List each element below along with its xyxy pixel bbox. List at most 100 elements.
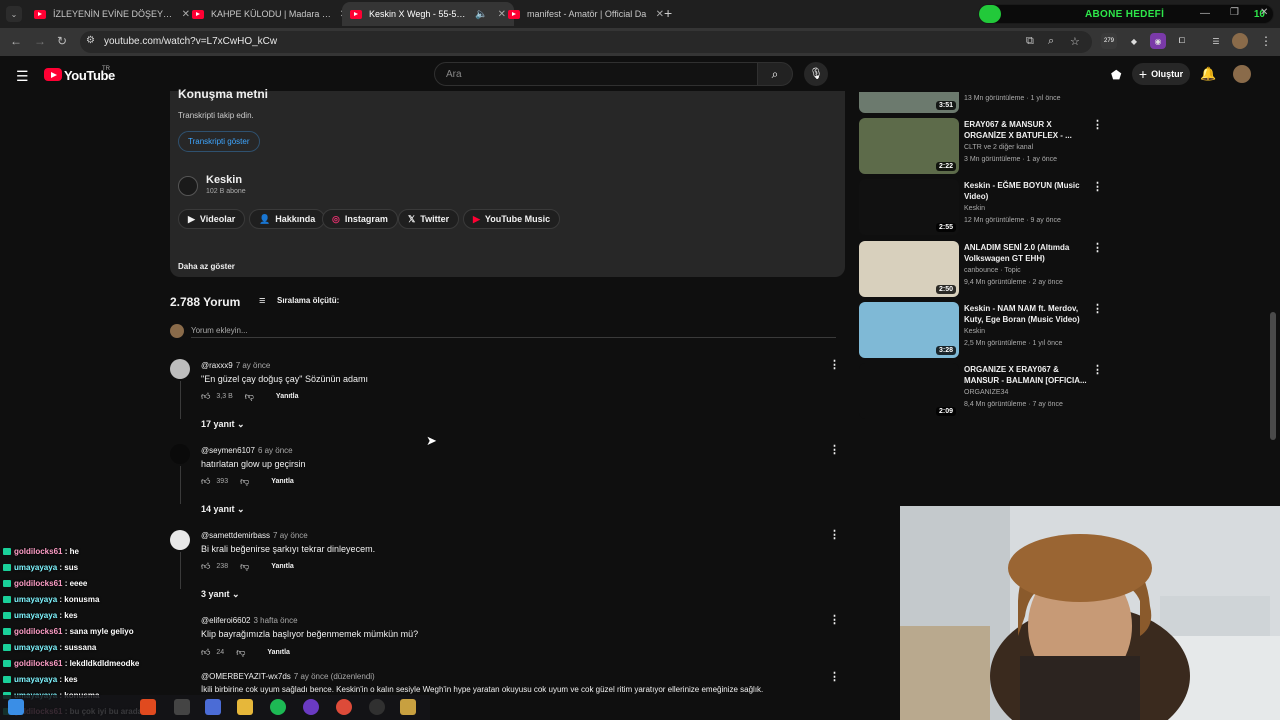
spotify-icon[interactable] (270, 699, 286, 715)
browser-menu-kebab-icon[interactable]: ⋮ (1258, 33, 1274, 49)
related-channel[interactable]: Keskin (964, 328, 985, 335)
profile-avatar-icon[interactable] (1232, 33, 1248, 49)
related-more-kebab-icon[interactable]: ⋮ (1092, 302, 1103, 315)
related-channel[interactable]: Keskin (964, 205, 985, 212)
address-bar[interactable]: ⚙ youtube.com/watch?v=L7xCwHO_kCw ⧉ ⌕ ☆ (80, 31, 1092, 53)
extension-purple-icon[interactable]: ◉ (1150, 33, 1166, 49)
related-channel[interactable]: CLTR ve 2 diğer kanal (964, 144, 1033, 151)
commenter-avatar[interactable] (170, 444, 190, 464)
related-channel[interactable]: ORGANIZE34 (964, 389, 1008, 396)
url-text[interactable]: youtube.com/watch?v=L7xCwHO_kCw (104, 36, 277, 47)
browser-tab-3[interactable]: manifest - Amatör | Official Da ✕ (500, 2, 672, 26)
account-avatar[interactable] (1233, 65, 1251, 83)
comment-more-kebab-icon[interactable]: ⋮ (829, 613, 840, 626)
view-replies-button[interactable]: 14 yanıt ⌄ (201, 504, 245, 515)
videos-chip[interactable]: ▶ Videolar (178, 209, 246, 229)
comment-author[interactable]: @OMERBEYAZIT-wx7ds 7 ay önce (düzenlendi) (201, 672, 375, 681)
channel-avatar[interactable] (178, 176, 198, 196)
cast-icon[interactable]: ⬟ (1111, 68, 1121, 82)
comment-username[interactable]: @seymen6107 (201, 446, 255, 455)
comment-username[interactable]: @eliferoi6602 (201, 616, 250, 625)
search-button[interactable]: ⌕ (757, 62, 793, 86)
youtube-logo-icon[interactable] (44, 68, 62, 81)
menu-hamburger-icon[interactable]: ☰ (16, 68, 29, 85)
brave-browser-icon[interactable] (140, 699, 156, 715)
restore-icon[interactable]: ❐ (1230, 7, 1239, 18)
related-thumbnail[interactable]: 2:09 (859, 363, 959, 419)
reply-button[interactable]: Yanıtla (271, 563, 294, 570)
zoom-icon[interactable]: ⌕ (1048, 35, 1054, 48)
comment-author[interactable]: @raxxx9 7 ay önce (201, 361, 270, 370)
related-title[interactable]: ERAY067 & MANSUR X ORGANİZE X BATUFLEX -… (964, 119, 1088, 141)
tab-search-chevron-icon[interactable]: ⌄ (6, 6, 22, 22)
reading-list-icon[interactable]: ☰ (1208, 33, 1224, 49)
reply-button[interactable]: Yanıtla (267, 649, 290, 656)
comment-author[interactable]: @samettdemirbass 7 ay önce (201, 531, 308, 540)
thumbs-down-icon[interactable]: 👎︎ (236, 647, 245, 658)
related-thumbnail[interactable]: 2:50 (859, 241, 959, 297)
start-menu-icon[interactable] (8, 699, 24, 715)
browser-tab-0[interactable]: İZLEYENİN EVİNE DÖŞEYEN KOŞ ✕ (26, 2, 198, 26)
thumbs-down-icon[interactable]: 👎︎ (240, 476, 249, 487)
comment-author[interactable]: @eliferoi6602 3 hafta önce (201, 616, 298, 625)
bookmark-star-icon[interactable]: ☆ (1070, 35, 1080, 48)
install-app-icon[interactable]: ⧉ (1026, 35, 1034, 48)
view-replies-button[interactable]: 17 yanıt ⌄ (201, 419, 245, 430)
comment-more-kebab-icon[interactable]: ⋮ (829, 443, 840, 456)
app-icon[interactable] (174, 699, 190, 715)
commenter-avatar[interactable] (170, 359, 190, 379)
extension-diamond-icon[interactable]: ◆ (1126, 33, 1142, 49)
related-more-kebab-icon[interactable]: ⋮ (1092, 118, 1103, 131)
related-thumbnail[interactable]: 3:51 (859, 92, 959, 113)
related-more-kebab-icon[interactable]: ⋮ (1092, 180, 1103, 193)
related-title[interactable]: Keskin - NAM NAM ft. Merdov, Kuty, Ege B… (964, 303, 1088, 325)
related-thumbnail[interactable]: 2:22 (859, 118, 959, 174)
app-icon[interactable] (205, 699, 221, 715)
app-icon[interactable] (400, 699, 416, 715)
thumbs-up-icon[interactable]: 👍︎ (201, 647, 210, 658)
browser-tab-1[interactable]: KAHPE KÜLODU | Madara Oldu ✕ (184, 2, 356, 26)
voice-search-mic-icon[interactable]: 🎙 (804, 62, 828, 86)
related-title[interactable]: ORGANIZE X ERAY067 & MANSUR - BALMAIN [O… (964, 364, 1088, 386)
comment-author[interactable]: @seymen6107 6 ay önce (201, 446, 293, 455)
about-chip[interactable]: 👤 Hakkında (249, 209, 326, 229)
reply-button[interactable]: Yanıtla (271, 478, 294, 485)
add-comment-input[interactable]: Yorum ekleyin... (191, 326, 248, 335)
comment-username[interactable]: @samettdemirbass (201, 531, 270, 540)
comment-username[interactable]: @raxxx9 (201, 361, 233, 370)
extensions-puzzle-icon[interactable]: ⧠ (1174, 33, 1190, 49)
close-icon[interactable]: ✕ (656, 9, 664, 20)
thumbs-up-icon[interactable]: 👍︎ (201, 476, 210, 487)
obs-icon[interactable] (369, 699, 385, 715)
view-replies-button[interactable]: 3 yanıt ⌄ (201, 589, 240, 600)
comment-more-kebab-icon[interactable]: ⋮ (829, 358, 840, 371)
thumbs-down-icon[interactable]: 👎︎ (240, 561, 249, 572)
reply-button[interactable]: Yanıtla (276, 393, 299, 400)
comment-more-kebab-icon[interactable]: ⋮ (829, 528, 840, 541)
back-arrow-icon[interactable]: ← (10, 34, 22, 48)
site-info-icon[interactable]: ⚙ (86, 35, 95, 46)
related-channel[interactable]: canbounce · Topic (964, 267, 1021, 274)
show-transcript-button[interactable]: Transkripti göster (178, 131, 260, 152)
commenter-avatar[interactable] (170, 530, 190, 550)
speaker-icon[interactable]: 🔈 (475, 9, 487, 20)
channel-name[interactable]: Keskin (206, 174, 242, 186)
new-tab-plus-icon[interactable]: + (664, 5, 672, 21)
search-input[interactable]: Ara (434, 62, 758, 86)
minimize-icon[interactable]: — (1200, 8, 1210, 19)
notifications-bell-icon[interactable]: 🔔 (1200, 66, 1216, 82)
thumbs-up-icon[interactable]: 👍︎ (201, 561, 210, 572)
instagram-chip[interactable]: ◎ Instagram (322, 209, 398, 229)
related-more-kebab-icon[interactable]: ⋮ (1092, 241, 1103, 254)
chrome-icon[interactable] (336, 699, 352, 715)
related-thumbnail[interactable]: 3:28 (859, 302, 959, 358)
sort-by-button[interactable]: Sıralama ölçütü: (277, 296, 339, 305)
create-button[interactable]: + Oluştur (1132, 63, 1190, 85)
page-scrollbar[interactable] (1270, 312, 1276, 440)
reload-icon[interactable]: ↻ (57, 34, 67, 48)
comment-more-kebab-icon[interactable]: ⋮ (829, 670, 840, 683)
thumbs-down-icon[interactable]: 👎︎ (245, 391, 254, 402)
related-thumbnail[interactable]: 2:55 (859, 179, 959, 235)
related-more-kebab-icon[interactable]: ⋮ (1092, 363, 1103, 376)
forward-arrow-icon[interactable]: → (34, 34, 46, 48)
